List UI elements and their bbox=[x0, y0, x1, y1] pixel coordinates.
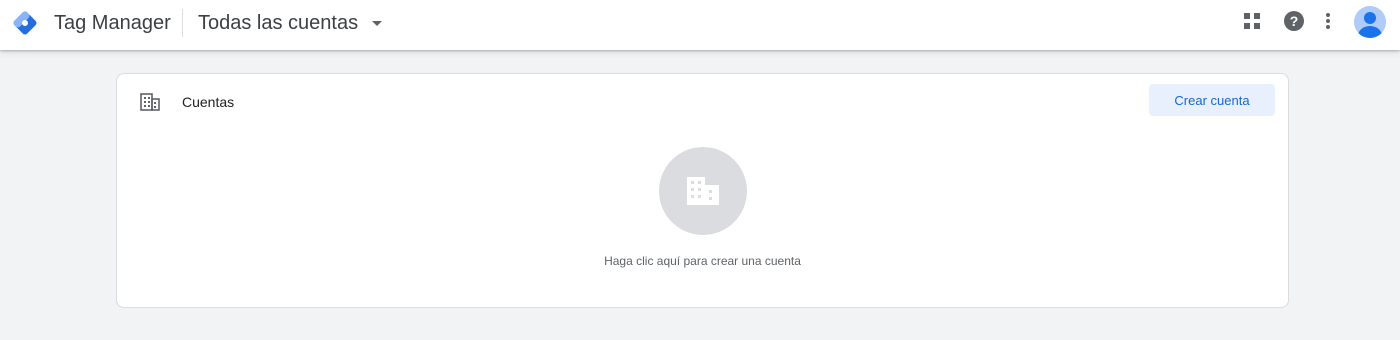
tag-manager-logo-icon[interactable] bbox=[10, 8, 40, 38]
help-icon[interactable]: ? bbox=[1284, 11, 1304, 31]
empty-state-create-account[interactable] bbox=[659, 147, 747, 235]
building-icon bbox=[687, 177, 719, 205]
account-selector[interactable]: Todas las cuentas bbox=[198, 8, 383, 38]
accounts-card: Cuentas Crear cuenta Haga clic aquí para… bbox=[116, 73, 1289, 308]
create-account-button[interactable]: Crear cuenta bbox=[1149, 84, 1275, 116]
title-divider bbox=[182, 9, 183, 37]
more-vert-icon[interactable] bbox=[1326, 13, 1330, 29]
card-title: Cuentas bbox=[182, 94, 235, 110]
building-icon bbox=[140, 93, 160, 111]
empty-state-link[interactable]: Haga clic aquí para crear una cuenta bbox=[117, 253, 1288, 269]
account-selector-label: Todas las cuentas bbox=[198, 12, 359, 34]
account-avatar-icon[interactable] bbox=[1354, 6, 1386, 38]
apps-grid-icon[interactable] bbox=[1244, 13, 1260, 29]
top-app-bar: Tag Manager Todas las cuentas ? bbox=[0, 0, 1400, 50]
app-title: Tag Manager bbox=[54, 12, 171, 34]
chevron-down-icon bbox=[372, 20, 383, 26]
